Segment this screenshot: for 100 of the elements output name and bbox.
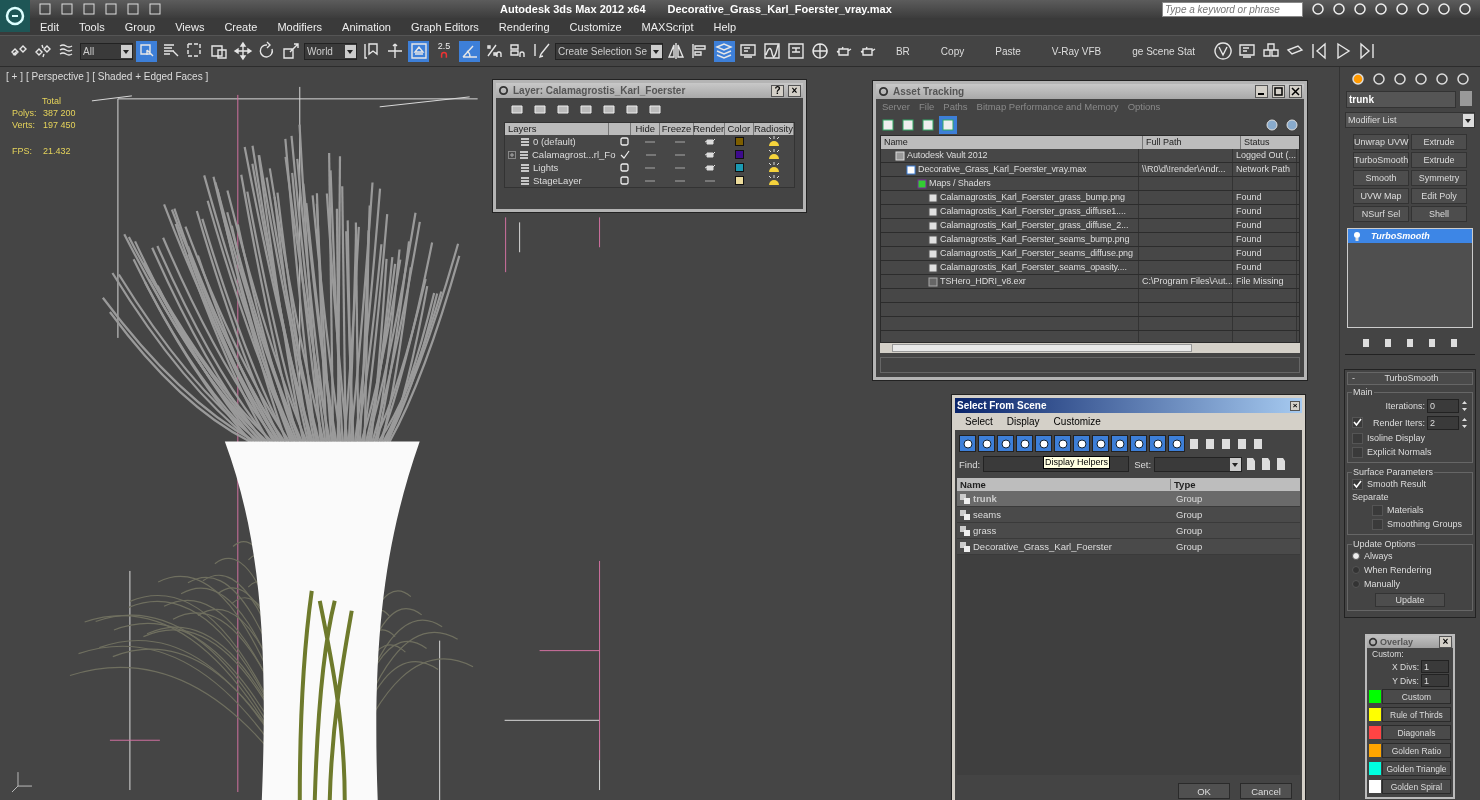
- iterations-spinner[interactable]: 0: [1427, 398, 1459, 413]
- search-field[interactable]: Type a keyword or phrase: [1162, 1, 1303, 17]
- overlay-color-swatch[interactable]: [1369, 762, 1381, 775]
- menu-item[interactable]: Select: [965, 416, 993, 427]
- overlay-color-swatch[interactable]: [1369, 780, 1381, 793]
- overlay-button[interactable]: Golden Ratio: [1382, 743, 1451, 758]
- angle-snap-icon[interactable]: [459, 40, 480, 62]
- checkbox-icon[interactable]: [619, 137, 629, 146]
- toolbar-button[interactable]: Copy: [926, 41, 979, 61]
- close-button[interactable]: ×: [1290, 400, 1300, 411]
- menu-item[interactable]: Display: [1006, 416, 1040, 427]
- scale-icon[interactable]: [280, 40, 301, 62]
- sphere-grid-icon[interactable]: [809, 40, 831, 62]
- asset-name[interactable]: TSHero_HDRI_v8.exr: [940, 275, 1026, 288]
- menu-item[interactable]: Animation: [342, 20, 391, 33]
- checkmark-icon[interactable]: [619, 150, 630, 159]
- close-button[interactable]: ×: [788, 84, 801, 97]
- scene-states-button[interactable]: ge Scene Stat: [1118, 41, 1210, 61]
- display-filter-toggle[interactable]: [1092, 435, 1109, 452]
- render-iters-spinner[interactable]: 2: [1427, 415, 1459, 430]
- help-icon[interactable]: [1395, 2, 1409, 16]
- menu-item[interactable]: Tools: [78, 20, 105, 33]
- display-filter-toggle[interactable]: [1035, 435, 1052, 452]
- display-filter-toggle[interactable]: [1111, 435, 1128, 452]
- radiosity-sun-icon[interactable]: [767, 149, 782, 160]
- checkbox-icon[interactable]: [619, 176, 629, 185]
- layer-name[interactable]: 0 (default): [533, 136, 576, 147]
- display-filter-toggle[interactable]: [1168, 435, 1185, 452]
- layer-name[interactable]: StageLayer: [533, 175, 582, 186]
- menu-item[interactable]: Group: [124, 20, 156, 33]
- viewport-label[interactable]: [ Perspective ]: [25, 71, 90, 82]
- expand-icon[interactable]: [508, 150, 516, 159]
- checkbox-icon[interactable]: [619, 163, 629, 172]
- column-header[interactable]: Type: [1171, 479, 1294, 490]
- checkbox[interactable]: [1352, 446, 1363, 458]
- radiosity-sun-icon[interactable]: [767, 175, 782, 186]
- object-row[interactable]: seams Group: [957, 507, 1300, 523]
- display-filter-toggle[interactable]: [959, 435, 976, 452]
- modifier-button[interactable]: Shell: [1411, 206, 1467, 222]
- overlay-color-swatch[interactable]: [1369, 690, 1381, 703]
- modifier-button[interactable]: Extrude: [1411, 152, 1467, 168]
- rollout-header[interactable]: - TurboSmooth: [1347, 372, 1473, 385]
- teapot-icon[interactable]: [704, 151, 715, 158]
- help-button[interactable]: ?: [771, 84, 784, 97]
- overlay-color-swatch[interactable]: [1369, 726, 1381, 739]
- modifier-list-dropdown[interactable]: Modifier List: [1345, 112, 1475, 128]
- asset-name[interactable]: Calamagrostis_Karl_Foerster_grass_bump.png: [940, 191, 1125, 204]
- dialog-button[interactable]: OK: [1178, 783, 1230, 799]
- menu-item[interactable]: Views: [175, 20, 205, 33]
- display-filter-toggle[interactable]: [1149, 435, 1166, 452]
- overlay-button[interactable]: Diagonals: [1382, 725, 1451, 740]
- display-filter-toggle[interactable]: [1073, 435, 1090, 452]
- radiosity-sun-icon[interactable]: [767, 136, 782, 147]
- update-button[interactable]: Update: [1375, 593, 1445, 607]
- asset-name[interactable]: Calamagrostis_Karl_Foerster_seams_diffuse.png: [940, 247, 1133, 260]
- move-arrows-icon[interactable]: [232, 40, 253, 62]
- table-view-icon[interactable]: [941, 117, 955, 132]
- selection-set-dropdown[interactable]: [1154, 456, 1243, 472]
- menu-item[interactable]: Rendering: [498, 20, 550, 33]
- snap-toggle[interactable]: 2.5: [432, 40, 456, 62]
- stack-item[interactable]: TurboSmooth: [1348, 229, 1472, 243]
- asset-name[interactable]: Calamagrostis_Karl_Foerster_seams_opasity....: [940, 261, 1127, 274]
- horizontal-scrollbar[interactable]: [880, 343, 1300, 353]
- toolbar-button[interactable]: Paste: [981, 41, 1035, 61]
- display-filter-toggle[interactable]: [1130, 435, 1147, 452]
- layer-color-swatch[interactable]: [734, 163, 744, 172]
- menu-item[interactable]: Customize: [1053, 416, 1101, 427]
- checkbox[interactable]: [1372, 504, 1383, 516]
- menu-item[interactable]: Create: [224, 20, 258, 33]
- asset-name[interactable]: Maps / Shaders: [929, 177, 991, 190]
- menu-item[interactable]: Help: [713, 20, 737, 33]
- layers-icon[interactable]: [713, 40, 735, 62]
- asset-name[interactable]: Autodesk Vault 2012: [907, 149, 988, 162]
- dropdown[interactable]: Create Selection Se: [555, 42, 663, 60]
- menu-item[interactable]: Modifiers: [277, 20, 323, 33]
- display-filter-toggle[interactable]: [1016, 435, 1033, 452]
- object-name-field[interactable]: trunk: [1346, 91, 1456, 108]
- layer-color-swatch[interactable]: [734, 176, 744, 185]
- overlay-color-swatch[interactable]: [1369, 744, 1381, 757]
- column-header[interactable]: Name: [957, 479, 1171, 490]
- teapot-icon[interactable]: [704, 138, 715, 145]
- dropdown[interactable]: All: [80, 42, 133, 60]
- menu-item[interactable]: Graph Editors: [410, 20, 479, 33]
- layer-name[interactable]: Lights: [533, 162, 559, 173]
- display-filter-toggle[interactable]: [1054, 435, 1071, 452]
- modifier-button[interactable]: Symmetry: [1411, 170, 1467, 186]
- checkbox[interactable]: [1352, 417, 1363, 428]
- web-help-icon[interactable]: [1265, 117, 1279, 132]
- asset-name[interactable]: Calamagrostis_Karl_Foerster_grass_diffuse1....: [940, 205, 1126, 218]
- overlay-button[interactable]: Custom: [1382, 689, 1451, 704]
- vray-logo-icon[interactable]: [1212, 40, 1234, 62]
- modifier-button[interactable]: UVW Map: [1353, 188, 1409, 204]
- spinner-arrows-icon[interactable]: [1461, 416, 1468, 429]
- modifier-button[interactable]: Edit Poly: [1411, 188, 1467, 204]
- layer-row[interactable]: Calamagrost...rl_Fo: [505, 148, 794, 161]
- maximize-icon[interactable]: [1272, 85, 1285, 98]
- menu-item[interactable]: MAXScript: [641, 20, 694, 33]
- display-filter-toggle[interactable]: [978, 435, 995, 452]
- modifier-button[interactable]: Extrude: [1411, 134, 1467, 150]
- shortcut-icon[interactable]: [408, 40, 429, 62]
